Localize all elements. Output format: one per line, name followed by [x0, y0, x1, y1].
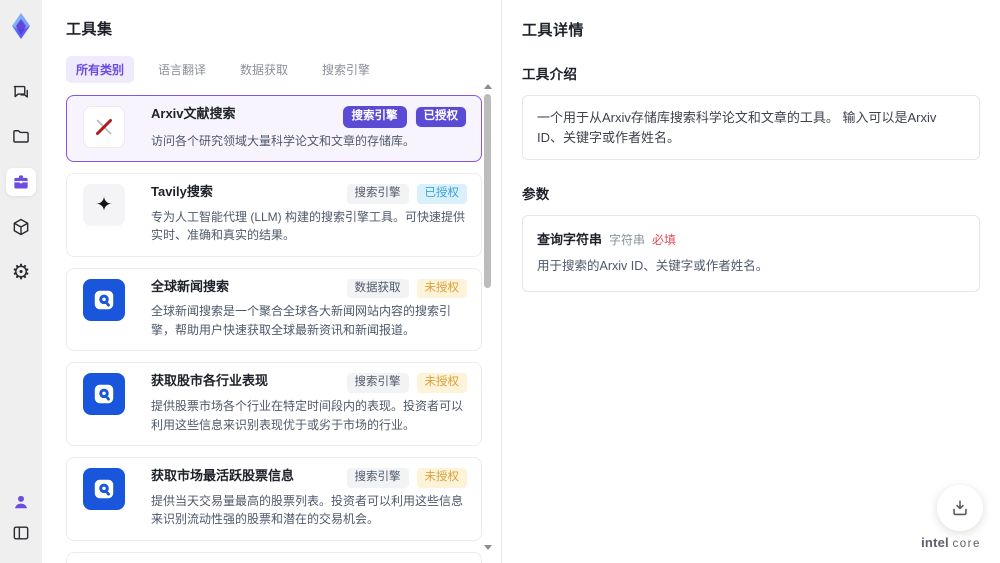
category-badge: 数据获取 — [346, 278, 409, 299]
details-title: 工具详情 — [522, 22, 585, 39]
tool-intro-text: 一个用于从Arxiv存储库搜索科学论文和文章的工具。 输入可以是Arxiv ID… — [537, 110, 937, 145]
tool-card-description: 提供股票市场各个行业在特定时间段内的表现。投资者可以利用这些信息来识别表现优于或… — [151, 398, 464, 432]
tool-card-header: Tavily搜索 搜索引擎 已授权 — [151, 184, 467, 204]
briefcase-icon — [14, 175, 28, 189]
chat-icon — [13, 85, 28, 98]
core-wordmark: core — [952, 537, 981, 550]
download-icon — [953, 500, 967, 516]
sidebar-bottom — [6, 488, 36, 547]
diamond-logo-icon — [12, 13, 30, 39]
tool-card-badges: 搜索引擎 未授权 — [339, 373, 467, 393]
arxiv-logo-icon — [83, 106, 125, 148]
sidebar-nav: ⚙ — [6, 78, 36, 286]
list-scrollbar[interactable] — [483, 84, 492, 550]
auth-status-badge: 已授权 — [414, 106, 467, 128]
tool-intro-box: 一个用于从Arxiv存储库搜索科学论文和文章的工具。 输入可以是Arxiv ID… — [522, 95, 980, 160]
parameter-type: 字符串 — [609, 233, 646, 247]
tool-card[interactable]: 获取市场最活跃股票信息 搜索引擎 未授权 提供当天交易量最高的股票列表。投资者可… — [66, 457, 482, 541]
tool-card-description: 提供当天交易量最高的股票列表。投资者可以利用这些信息来识别流动性强的股票和潜在的… — [151, 493, 464, 527]
tool-card-title: 全球新闻搜索 — [151, 278, 230, 294]
tool-card-body: 获取股市各行业表现 搜索引擎 未授权 提供股票市场各个行业在特定时间段内的表现。… — [151, 373, 467, 434]
cube-icon — [13, 218, 29, 236]
tool-card-header: 获取市场最活跃股票信息 搜索引擎 未授权 — [151, 468, 467, 488]
category-badge: 搜索引擎 — [346, 468, 409, 488]
tool-card-title: 获取市场最活跃股票信息 — [151, 468, 295, 484]
download-button[interactable] — [937, 485, 983, 531]
tavily-star-icon: ✦ — [83, 184, 125, 227]
tab-data-fetch[interactable]: 数据获取 — [230, 56, 298, 83]
auth-status-badge: 未授权 — [416, 468, 467, 488]
tool-card-header: 全球新闻搜索 数据获取 未授权 — [151, 278, 467, 299]
category-tabs: 所有类别 语言翻译 数据获取 搜索引擎 — [66, 56, 501, 83]
tool-card-header: 获取股市各行业表现 搜索引擎 未授权 — [151, 373, 467, 393]
auth-status-badge: 未授权 — [416, 278, 467, 299]
parameter-name: 查询字符串 — [537, 232, 603, 247]
tool-card[interactable]: Arxiv文献搜索 搜索引擎 已授权 访问各个研究领域大量科学论文和文章的存储库… — [66, 95, 482, 163]
tool-card-badges: 搜索引擎 未授权 — [339, 468, 467, 488]
app-logo[interactable] — [3, 8, 39, 44]
tool-card[interactable]: ✦ Tavily搜索 搜索引擎 已授权 专为人工智能代理 (LLM) 构建的搜索… — [66, 173, 482, 257]
panel-toggle-icon — [13, 526, 29, 540]
sidebar-item-files[interactable] — [6, 123, 36, 151]
scrollbar-up-arrow[interactable] — [483, 84, 492, 89]
scrollbar-thumb[interactable] — [484, 94, 491, 288]
tool-card[interactable]: 获取股市各行业表现 搜索引擎 未授权 提供股票市场各个行业在特定时间段内的表现。… — [66, 362, 482, 447]
tool-card-body: 全球新闻搜索 数据获取 未授权 全球新闻搜索是一个聚合全球各大新闻网站内容的搜索… — [151, 278, 467, 340]
tab-language-translation[interactable]: 语言翻译 — [148, 56, 216, 83]
sidebar-item-models[interactable] — [6, 213, 36, 241]
category-badge: 搜索引擎 — [346, 373, 409, 393]
auth-status-badge: 未授权 — [416, 373, 467, 393]
sidebar-item-collapse[interactable] — [6, 519, 36, 547]
folder-icon — [13, 130, 29, 143]
tool-card-header: Arxiv文献搜索 搜索引擎 已授权 — [151, 106, 467, 128]
parameter-header: 查询字符串 字符串 必填 — [537, 229, 965, 248]
gear-icon: ⚙ — [11, 260, 31, 284]
user-icon — [15, 495, 27, 509]
sidebar-item-settings[interactable]: ⚙ — [6, 258, 36, 286]
category-badge: 搜索引擎 — [346, 184, 409, 204]
auth-status-badge: 已授权 — [416, 184, 467, 204]
tool-card-badges: 搜索引擎 已授权 — [339, 184, 467, 204]
category-badge: 搜索引擎 — [342, 106, 407, 128]
stock-sector-performance-icon — [83, 373, 125, 416]
tab-search-engine[interactable]: 搜索引擎 — [312, 56, 380, 83]
intro-heading: 工具介绍 — [522, 67, 578, 82]
tool-card-title: Tavily搜索 — [151, 184, 213, 200]
sidebar-item-account[interactable] — [6, 488, 36, 516]
intel-wordmark: intel — [921, 534, 949, 550]
tool-card-body: 获取市场最活跃股票信息 搜索引擎 未授权 提供当天交易量最高的股票列表。投资者可… — [151, 468, 467, 529]
active-stocks-icon — [83, 468, 125, 511]
sidebar-item-chat[interactable] — [6, 78, 36, 106]
scrollbar-down-arrow[interactable] — [483, 545, 492, 550]
params-heading: 参数 — [522, 187, 550, 202]
tool-card-title: Arxiv文献搜索 — [151, 106, 236, 121]
intel-core-logo: intel core — [914, 536, 988, 551]
tool-card-title: 获取股市各行业表现 — [151, 373, 269, 389]
tool-card[interactable]: 万维地区新闻查询 搜索引擎 未授权 查询具体行政区划内的新闻，快速了解各地新闻动 — [66, 551, 482, 563]
sidebar-item-tools[interactable] — [6, 168, 36, 196]
tool-card-description: 专为人工智能代理 (LLM) 构建的搜索引擎工具。可快速提供实时、准确和真实的结… — [151, 209, 466, 243]
parameter-description: 用于搜索的Arxiv ID、关键字或作者姓名。 — [537, 259, 769, 273]
tool-details-panel: 工具详情 工具介绍 一个用于从Arxiv存储库搜索科学论文和文章的工具。 输入可… — [501, 0, 1000, 563]
tool-card-badges: 搜索引擎 已授权 — [335, 106, 467, 128]
tool-card-description: 全球新闻搜索是一个聚合全球各大新闻网站内容的搜索引擎，帮助用户快速获取全球最新资… — [151, 304, 452, 337]
tools-panel: 工具集 所有类别 语言翻译 数据获取 搜索引擎 Arxiv文献搜索 搜索引擎 已… — [42, 0, 501, 563]
tool-card-badges: 数据获取 未授权 — [339, 278, 467, 299]
global-news-search-icon — [83, 278, 125, 321]
tool-card-body: Tavily搜索 搜索引擎 已授权 专为人工智能代理 (LLM) 构建的搜索引擎… — [151, 184, 467, 245]
tool-card[interactable]: 全球新闻搜索 数据获取 未授权 全球新闻搜索是一个聚合全球各大新闻网站内容的搜索… — [66, 267, 482, 352]
tool-card-body: Arxiv文献搜索 搜索引擎 已授权 访问各个研究领域大量科学论文和文章的存储库… — [151, 106, 467, 150]
tab-all-categories[interactable]: 所有类别 — [66, 56, 135, 83]
parameter-box: 查询字符串 字符串 必填 用于搜索的Arxiv ID、关键字或作者姓名。 — [522, 215, 980, 292]
tool-card-description: 访问各个研究领域大量科学论文和文章的存储库。 — [151, 133, 416, 148]
tool-card-list: Arxiv文献搜索 搜索引擎 已授权 访问各个研究领域大量科学论文和文章的存储库… — [66, 95, 482, 563]
app-screen: ⚙ 工具集 所有类别 语言翻译 数据获取 搜索引擎 Arxiv文献搜索 搜索引擎… — [0, 0, 1000, 563]
left-sidebar: ⚙ — [0, 0, 42, 563]
page-title: 工具集 — [66, 21, 113, 38]
required-badge: 必填 — [652, 233, 677, 247]
